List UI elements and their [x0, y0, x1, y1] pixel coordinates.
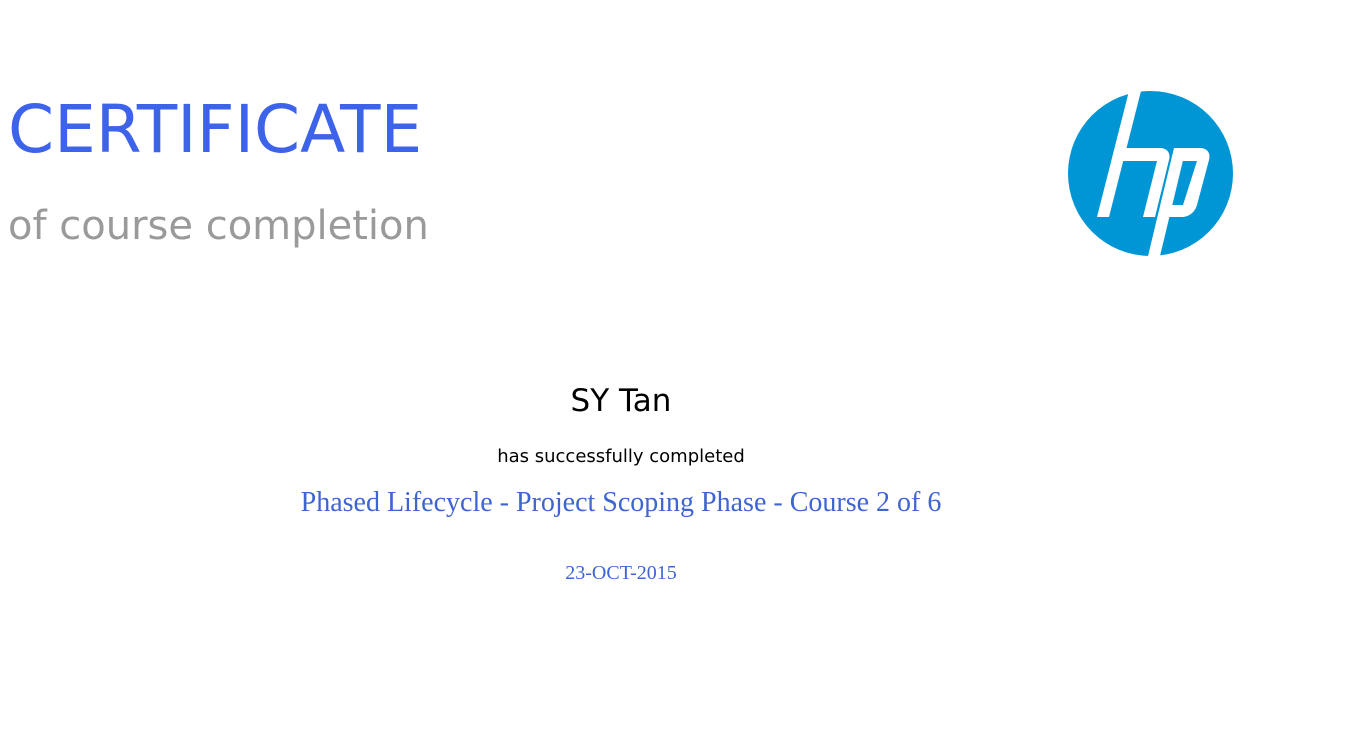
completion-date: 23-OCT-2015 [565, 562, 677, 584]
hp-logo-icon [1068, 91, 1233, 256]
recipient-name: SY Tan [570, 383, 672, 419]
certificate-subtitle: of course completion [8, 203, 429, 249]
course-name: Phased Lifecycle - Project Scoping Phase… [300, 487, 942, 518]
completion-statement: has successfully completed [497, 446, 745, 467]
certificate-title: CERTIFICATE [8, 91, 423, 168]
